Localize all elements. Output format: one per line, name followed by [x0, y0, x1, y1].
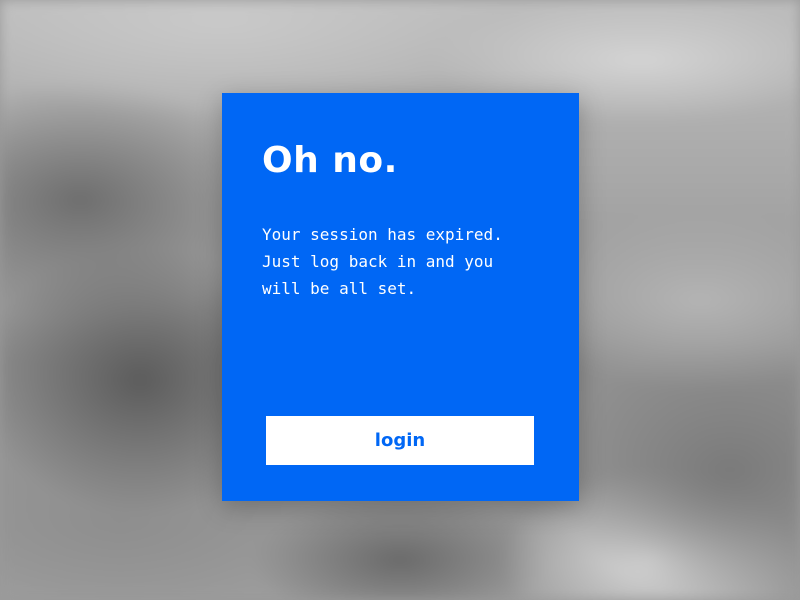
dialog-title: Oh no.	[262, 140, 398, 181]
dialog-message-line: will be all set.	[262, 279, 417, 298]
dialog-message-line: Just log back in and you	[262, 252, 494, 271]
session-expired-dialog: Oh no. Your session has expired. Just lo…	[222, 93, 579, 501]
screen: Oh no. Your session has expired. Just lo…	[0, 0, 800, 600]
dialog-message-line: Your session has expired.	[262, 225, 503, 244]
dialog-message: Your session has expired. Just log back …	[262, 221, 562, 302]
login-button[interactable]: login	[266, 416, 534, 465]
